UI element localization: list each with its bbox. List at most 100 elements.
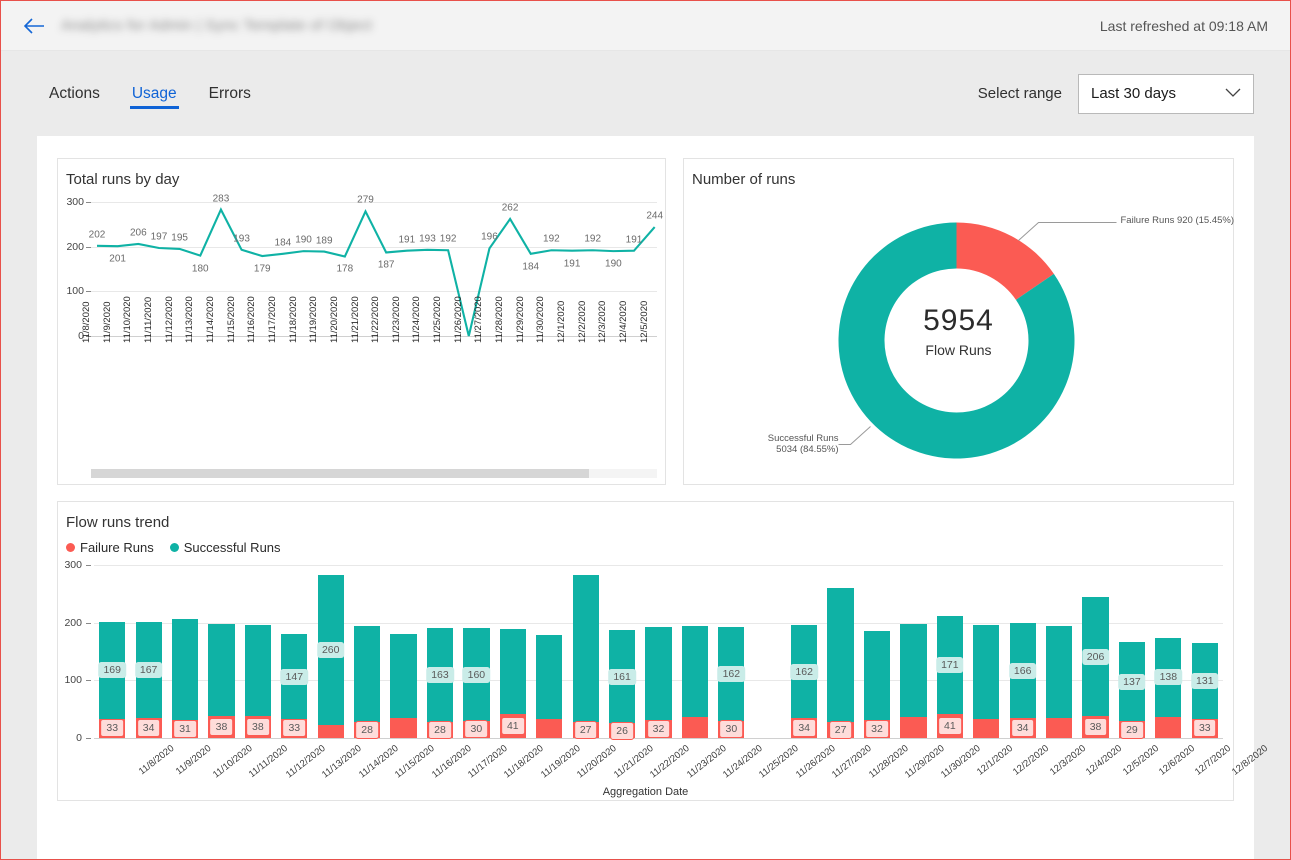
bar-segment-success[interactable] [572, 575, 599, 723]
select-range-label: Select range [977, 85, 1062, 102]
bar-x-tick-label: 12/6/2020 [1156, 743, 1197, 778]
bar-column[interactable] [827, 587, 854, 738]
bar-chart-title: Flow runs trend [66, 514, 170, 531]
bar-value-label-failure: 33 [282, 719, 307, 738]
bar-column[interactable] [681, 625, 709, 738]
donut-callout-line-success [838, 426, 871, 445]
bar-value-label-success: 147 [280, 668, 309, 685]
bar-segment-success[interactable] [645, 627, 672, 720]
line-point-label: 192 [543, 233, 560, 245]
line-point-label: 179 [253, 263, 271, 275]
page-title: Analytics for Admin | Sync Template of O… [61, 17, 373, 34]
analytics-panel: Total runs by day 0 100 200 300 202 201 206 197… [37, 136, 1270, 859]
bar-value-label-success: 137 [1118, 673, 1146, 690]
line-x-tick-label: 11/29/2020 [514, 296, 526, 343]
bar-y-tick-mark [86, 565, 91, 566]
bar-column[interactable] [1082, 597, 1109, 738]
bar-x-tick-label: 11/11/2020 [247, 743, 291, 781]
line-x-tick-label: 11/10/2020 [122, 296, 134, 343]
line-point-label: 197 [150, 231, 168, 243]
bar-value-label-failure: 30 [464, 720, 489, 739]
line-x-tick-label: 11/8/2020 [81, 301, 92, 343]
bar-x-tick-label: 11/29/2020 [902, 743, 947, 781]
bar-segment-success[interactable] [171, 618, 199, 721]
app-header: Analytics for Admin | Sync Template of O… [1, 1, 1290, 51]
bar-chart[interactable]: 0 100 200 300 11/8/2020 33 169 11/9/2020 34 167 11… [58, 555, 1269, 781]
bar-segment-success[interactable] [244, 624, 271, 717]
legend-item-success[interactable]: Successful Runs [169, 540, 281, 555]
bar-column[interactable] [1046, 625, 1073, 738]
bar-gridline [94, 565, 1223, 566]
line-chart[interactable]: 0 100 200 300 202 201 206 197 195 180 283 193 179 184… [58, 188, 665, 428]
legend-item-failure[interactable]: Failure Runs [66, 540, 154, 555]
bar-segment-failure[interactable] [681, 717, 709, 738]
line-chart-scrollbar[interactable] [91, 469, 657, 478]
line-point-label: 187 [377, 259, 395, 271]
bar-segment-failure[interactable] [317, 724, 344, 738]
line-x-tick-label: 11/15/2020 [225, 296, 237, 343]
bar-x-tick-label: 12/4/2020 [1084, 743, 1125, 778]
range-dropdown[interactable]: Last 30 days [1078, 73, 1254, 114]
tab-bar: Actions Usage Errors Select range Last 3… [1, 51, 1290, 136]
bar-segment-success[interactable] [681, 625, 709, 718]
bar-column[interactable] [900, 623, 927, 738]
bar-segment-failure[interactable] [1155, 717, 1182, 738]
legend-label-success: Successful Runs [183, 540, 281, 555]
bar-segment-success[interactable] [536, 635, 563, 719]
bar-segment-failure[interactable] [1046, 718, 1073, 738]
bar-value-label-failure: 26 [610, 721, 634, 740]
line-x-tick-label: 11/14/2020 [204, 296, 216, 343]
line-point-label: 196 [481, 231, 498, 243]
bar-segment-success[interactable] [354, 626, 381, 722]
bar-segment-failure[interactable] [900, 717, 927, 738]
bar-x-tick-label: 11/27/2020 [830, 743, 874, 781]
bar-column[interactable] [1155, 637, 1182, 738]
line-point-label: 191 [563, 258, 581, 270]
line-x-tick-label: 11/23/2020 [390, 296, 402, 343]
bar-x-tick-label: 11/20/2020 [575, 743, 619, 781]
line-point-label: 189 [315, 235, 333, 247]
bar-value-label-failure: 38 [246, 718, 270, 737]
bar-value-label-failure: 28 [355, 720, 379, 739]
tab-errors[interactable]: Errors [197, 56, 263, 132]
bar-value-label-success: 131 [1191, 673, 1219, 690]
bar-segment-failure[interactable] [536, 718, 563, 738]
line-x-tick-label: 11/25/2020 [432, 296, 444, 343]
bar-column[interactable] [973, 625, 1000, 738]
bar-segment-success[interactable] [499, 629, 526, 715]
bar-value-label-success: 206 [1081, 648, 1110, 665]
donut-chart[interactable]: 5954 Flow Runs Failure Runs 920 (15.45%)… [684, 188, 1234, 473]
line-point-label: 190 [605, 258, 622, 270]
bar-x-tick-label: 11/26/2020 [793, 743, 838, 781]
bar-segment-success[interactable] [863, 631, 891, 720]
bar-column[interactable] [536, 635, 563, 738]
line-x-tick-label: 11/13/2020 [184, 296, 196, 343]
bar-x-tick-label: 12/2/2020 [1011, 743, 1052, 778]
tab-usage[interactable]: Usage [120, 56, 189, 132]
line-x-tick-label: 12/3/2020 [597, 300, 609, 343]
bar-segment-failure[interactable] [390, 718, 417, 738]
bar-x-tick-label: 12/7/2020 [1193, 743, 1234, 778]
bar-column[interactable] [572, 575, 599, 738]
tab-list: Actions Usage Errors [37, 51, 263, 136]
bar-segment-failure[interactable] [973, 718, 1000, 738]
tab-actions[interactable]: Actions [37, 56, 112, 132]
line-x-tick-label: 11/28/2020 [494, 296, 506, 343]
line-x-tick-label: 11/9/2020 [101, 301, 113, 343]
bar-segment-success[interactable] [1046, 625, 1073, 719]
donut-callout-line-failure [1018, 222, 1117, 241]
bar-segment-success[interactable] [208, 623, 235, 717]
back-button[interactable] [17, 9, 51, 43]
bar-column[interactable] [390, 634, 417, 738]
line-x-tick-label: 12/1/2020 [556, 300, 568, 343]
line-x-tick-label: 11/17/2020 [266, 296, 278, 343]
line-point-label: 262 [501, 202, 519, 214]
scrollbar-thumb[interactable] [91, 469, 590, 478]
bar-value-label-success: 260 [316, 641, 345, 658]
bar-segment-success[interactable] [827, 587, 854, 723]
bar-segment-success[interactable] [900, 623, 927, 718]
bar-segment-success[interactable] [390, 634, 417, 719]
bar-segment-success[interactable] [973, 625, 1000, 719]
content-area: Total runs by day 0 100 200 300 202 201 206 197… [1, 136, 1290, 859]
line-x-tick-label: 12/2/2020 [576, 300, 588, 343]
